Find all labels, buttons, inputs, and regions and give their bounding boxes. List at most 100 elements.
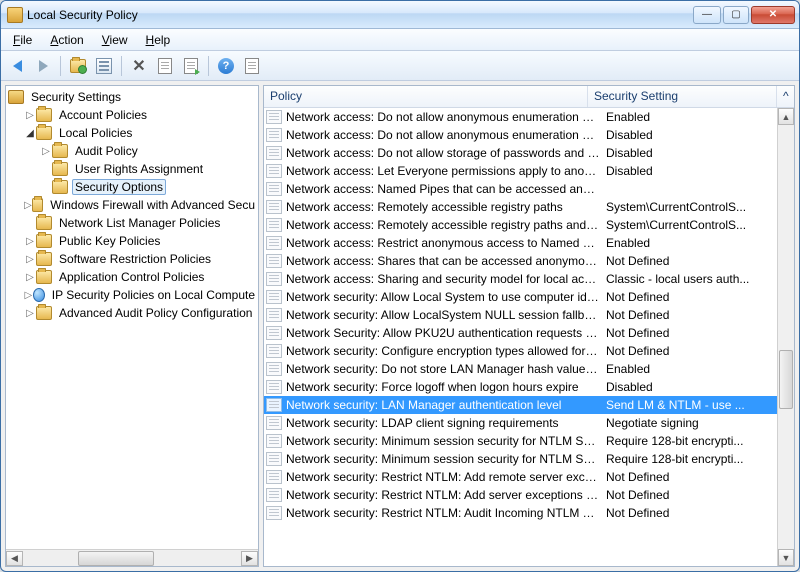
scroll-down-button[interactable]: ▼ [778, 549, 794, 566]
tree-item[interactable]: ▷ Audit Policy [6, 142, 258, 160]
policy-row[interactable]: Network access: Do not allow storage of … [264, 144, 777, 162]
tree-item[interactable]: Security Options [6, 178, 258, 196]
policy-row[interactable]: Network access: Sharing and security mod… [264, 270, 777, 288]
list-rows[interactable]: Network access: Do not allow anonymous e… [264, 108, 777, 522]
policy-name: Network security: LDAP client signing re… [286, 416, 606, 430]
content-area: Security Settings▷Account Policies◢Local… [5, 85, 795, 567]
tree-expander-icon[interactable]: ▷ [24, 200, 32, 211]
policy-row[interactable]: Network security: Force logoff when logo… [264, 378, 777, 396]
policy-row[interactable]: Network security: Minimum session securi… [264, 450, 777, 468]
tree-expander-icon[interactable]: ▷ [40, 146, 52, 157]
delete-icon: ✕ [132, 56, 145, 76]
policy-row[interactable]: Network access: Remotely accessible regi… [264, 216, 777, 234]
policy-setting: Classic - local users auth... [606, 272, 777, 286]
tree-body[interactable]: Security Settings▷Account Policies◢Local… [6, 86, 258, 549]
doc-button[interactable] [240, 54, 264, 78]
tree-root[interactable]: Security Settings [6, 88, 258, 106]
menu-help[interactable]: Help [138, 31, 179, 49]
vscroll-thumb[interactable] [779, 350, 793, 409]
properties-button[interactable] [153, 54, 177, 78]
forward-button[interactable] [31, 54, 55, 78]
policy-name: Network access: Sharing and security mod… [286, 272, 606, 286]
policy-name: Network access: Do not allow anonymous e… [286, 128, 606, 142]
tree-item[interactable]: ◢Local Policies [6, 124, 258, 142]
tree-expander-icon[interactable]: ▷ [24, 272, 36, 283]
policy-setting: Enabled [606, 110, 777, 124]
tree-hscrollbar[interactable]: ◀ ▶ [6, 549, 258, 566]
policy-row[interactable]: Network security: LAN Manager authentica… [264, 396, 777, 414]
separator [60, 56, 61, 76]
titlebar[interactable]: Local Security Policy — ▢ ✕ [1, 1, 799, 29]
column-header-setting[interactable]: Security Setting [588, 86, 777, 107]
tree-item[interactable]: ▷Windows Firewall with Advanced Secu [6, 196, 258, 214]
policy-row[interactable]: Network security: Restrict NTLM: Audit I… [264, 504, 777, 522]
tree-item[interactable]: ▷IP Security Policies on Local Compute [6, 286, 258, 304]
scroll-right-button[interactable]: ▶ [241, 551, 258, 566]
folder-icon [36, 252, 52, 266]
policy-row[interactable]: Network Security: Allow PKU2U authentica… [264, 324, 777, 342]
column-header-policy[interactable]: Policy [264, 86, 588, 107]
minimize-button[interactable]: — [693, 6, 721, 24]
policy-row[interactable]: Network access: Remotely accessible regi… [264, 198, 777, 216]
tree-expander-icon[interactable]: ▷ [24, 110, 36, 121]
policy-setting: Not Defined [606, 344, 777, 358]
scroll-left-button[interactable]: ◀ [6, 551, 23, 566]
policy-row[interactable]: Network security: LDAP client signing re… [264, 414, 777, 432]
tree-expander-icon[interactable]: ▷ [24, 290, 33, 301]
tree-item[interactable]: ▷Application Control Policies [6, 268, 258, 286]
tree-item[interactable]: Network List Manager Policies [6, 214, 258, 232]
tree-item-label: Audit Policy [72, 143, 141, 159]
hscroll-thumb[interactable] [78, 551, 154, 566]
policy-row[interactable]: Network access: Let Everyone permissions… [264, 162, 777, 180]
policy-row[interactable]: Network access: Restrict anonymous acces… [264, 234, 777, 252]
policy-setting: Not Defined [606, 290, 777, 304]
tree-expander-icon[interactable]: ▷ [24, 254, 36, 265]
tree-item-label: Security Options [72, 179, 166, 195]
show-hide-tree-button[interactable] [92, 54, 116, 78]
folder-icon [52, 180, 68, 194]
scroll-up-button[interactable]: ▲ [778, 108, 794, 125]
policy-row[interactable]: Network security: Do not store LAN Manag… [264, 360, 777, 378]
menu-file[interactable]: File [5, 31, 40, 49]
policy-icon [266, 506, 282, 520]
tree-item[interactable]: ▷Software Restriction Policies [6, 250, 258, 268]
menu-view[interactable]: View [94, 31, 136, 49]
policy-setting: Disabled [606, 164, 777, 178]
policy-row[interactable]: Network access: Shares that can be acces… [264, 252, 777, 270]
policy-icon [266, 308, 282, 322]
policy-row[interactable]: Network security: Minimum session securi… [264, 432, 777, 450]
tree-expander-icon[interactable]: ▷ [24, 236, 36, 247]
policy-setting: Disabled [606, 380, 777, 394]
vscroll-track[interactable] [778, 125, 794, 549]
back-button[interactable] [5, 54, 29, 78]
delete-button[interactable]: ✕ [127, 54, 151, 78]
policy-row[interactable]: Network security: Allow Local System to … [264, 288, 777, 306]
policy-name: Network security: Minimum session securi… [286, 434, 606, 448]
tree-expander-icon[interactable]: ◢ [24, 128, 36, 139]
tree-item[interactable]: User Rights Assignment [6, 160, 258, 178]
policy-icon [266, 272, 282, 286]
export-button[interactable] [179, 54, 203, 78]
up-button[interactable] [66, 54, 90, 78]
policy-row[interactable]: Network access: Do not allow anonymous e… [264, 108, 777, 126]
tree-item[interactable]: ▷Public Key Policies [6, 232, 258, 250]
folder-icon [36, 270, 52, 284]
close-button[interactable]: ✕ [751, 6, 795, 24]
help-button[interactable]: ? [214, 54, 238, 78]
policy-row[interactable]: Network security: Configure encryption t… [264, 342, 777, 360]
app-window: Local Security Policy — ▢ ✕ File Action … [0, 0, 800, 572]
tree-item[interactable]: ▷Account Policies [6, 106, 258, 124]
maximize-button[interactable]: ▢ [723, 6, 749, 24]
hscroll-track[interactable] [23, 551, 241, 566]
policy-row[interactable]: Network access: Named Pipes that can be … [264, 180, 777, 198]
list-vscrollbar[interactable]: ▲ ▼ [777, 108, 794, 566]
menu-action[interactable]: Action [42, 31, 91, 49]
policy-row[interactable]: Network security: Allow LocalSystem NULL… [264, 306, 777, 324]
policy-row[interactable]: Network security: Restrict NTLM: Add ser… [264, 486, 777, 504]
policy-icon [266, 182, 282, 196]
tree-item[interactable]: ▷Advanced Audit Policy Configuration [6, 304, 258, 322]
policy-row[interactable]: Network access: Do not allow anonymous e… [264, 126, 777, 144]
tree-expander-icon[interactable]: ▷ [24, 308, 36, 319]
policy-name: Network security: LAN Manager authentica… [286, 398, 606, 412]
policy-row[interactable]: Network security: Restrict NTLM: Add rem… [264, 468, 777, 486]
